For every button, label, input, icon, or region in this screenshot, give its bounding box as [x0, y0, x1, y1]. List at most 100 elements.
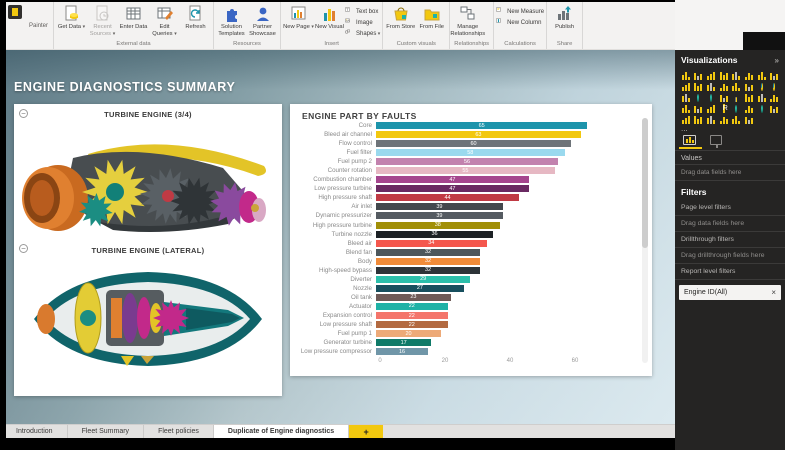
sunburst-custom-icon[interactable]	[718, 114, 730, 124]
bar-blend-fan[interactable]: 32	[376, 249, 480, 256]
bar-body[interactable]: 32	[376, 258, 480, 265]
bar-fuel-filter[interactable]: 58	[376, 149, 565, 156]
page-tab-introduction[interactable]: Introduction	[6, 425, 68, 438]
bar-expansion-control[interactable]: 22	[376, 312, 448, 319]
area-chart-icon[interactable]	[768, 70, 780, 80]
dual-kpi-custom-icon[interactable]	[768, 103, 780, 113]
new-measure-button[interactable]: New Measure	[496, 6, 544, 17]
line-clustered-column-chart-icon[interactable]	[693, 81, 705, 91]
filter-pill-engine-id[interactable]: Engine ID(All) ×	[679, 285, 781, 300]
filter-drop-zone[interactable]: Drag drillthrough fields here	[675, 248, 785, 264]
publish-button[interactable]: Publish	[549, 3, 580, 31]
fields-tab[interactable]	[683, 135, 696, 148]
enter-data-button[interactable]: Enter Data	[118, 3, 149, 31]
histogram-custom-icon[interactable]	[731, 114, 743, 124]
treemap-icon[interactable]	[680, 92, 692, 102]
stacked-bar-chart-icon[interactable]	[680, 70, 692, 80]
recent-sources-button[interactable]: Recent Sources ▾	[87, 3, 118, 37]
clustered-bar-chart-icon[interactable]	[705, 70, 717, 80]
edit-queries-button[interactable]: Edit Queries ▾	[149, 3, 180, 37]
fields-icon	[683, 135, 696, 145]
map-icon[interactable]	[693, 92, 705, 102]
shape-map-icon[interactable]	[743, 103, 755, 113]
bar-diverter[interactable]: 29	[376, 276, 470, 283]
clustered-column-chart-icon[interactable]	[718, 70, 730, 80]
bullet-chart-custom-icon[interactable]	[680, 114, 692, 124]
page-tab-fleet-policies[interactable]: Fleet policies	[144, 425, 214, 438]
table-icon[interactable]	[693, 103, 705, 113]
line-stacked-column-chart-icon[interactable]	[705, 81, 717, 91]
pie-chart-icon[interactable]	[756, 81, 768, 91]
filled-map-icon[interactable]	[705, 92, 717, 102]
stacked-area-chart-icon[interactable]	[680, 81, 692, 91]
donut-chart-icon[interactable]	[768, 81, 780, 91]
page-tab-fleet-summary[interactable]: Fleet Summary	[68, 425, 144, 438]
ribbon-chart-icon[interactable]	[718, 81, 730, 91]
bar-turbine-nozzle[interactable]: 36	[376, 231, 493, 238]
bar-bleed-air[interactable]: 34	[376, 240, 487, 247]
bar-low-pressure-compressor[interactable]: 16	[376, 348, 428, 355]
bar-high-pressure-shaft[interactable]: 44	[376, 194, 519, 201]
bar-air-inlet[interactable]: 39	[376, 203, 503, 210]
from-store-button[interactable]: From Store	[385, 3, 416, 31]
matrix-icon[interactable]	[705, 103, 717, 113]
kpi-icon[interactable]	[768, 92, 780, 102]
scrollbar-thumb[interactable]	[642, 118, 648, 248]
bar-combustion-chamber[interactable]: 47	[376, 176, 529, 183]
bar-dynamic-pressurizer[interactable]: 39	[376, 212, 503, 219]
new-column-button[interactable]: New Column	[496, 17, 544, 28]
partner-showcase-button[interactable]: Partner Showcase	[247, 3, 278, 37]
remove-filter-icon[interactable]: ×	[771, 288, 776, 297]
filter-drop-zone[interactable]: Drag data fields here	[675, 216, 785, 232]
bar-flow-control[interactable]: 60	[376, 140, 571, 147]
stacked-column-chart-icon[interactable]	[693, 70, 705, 80]
waterfall-chart-icon[interactable]	[731, 81, 743, 91]
bar-low-pressure-shaft[interactable]: 22	[376, 321, 448, 328]
from-file-button[interactable]: From File	[416, 3, 447, 31]
globe-map-custom-icon[interactable]	[756, 103, 768, 113]
solution-templates-button[interactable]: Solution Templates	[216, 3, 247, 37]
new-visual-button[interactable]: New Visual	[314, 3, 345, 31]
bar-fuel-pump-2[interactable]: 56	[376, 158, 558, 165]
bar-oil-tank[interactable]: 23	[376, 294, 451, 301]
shapes-button[interactable]: Shapes ▾	[345, 28, 380, 39]
line-chart-icon[interactable]	[756, 70, 768, 80]
bar-high-speed-bypass[interactable]: 32	[376, 267, 480, 274]
pulse-chart-custom-icon[interactable]	[743, 114, 755, 124]
get-data-button[interactable]: Get Data ▾	[56, 3, 87, 31]
bar-generator-turbine[interactable]: 17	[376, 339, 431, 346]
image-button[interactable]: Image	[345, 17, 380, 28]
refresh-button[interactable]: Refresh	[180, 3, 211, 31]
bar-fuel-pump-1[interactable]: 20	[376, 330, 441, 337]
100-stacked-bar-chart-icon[interactable]	[731, 70, 743, 80]
bar-low-pressure-turbine[interactable]: 47	[376, 185, 529, 192]
text-box-button[interactable]: Text box	[345, 6, 380, 17]
format-tab[interactable]	[710, 135, 722, 148]
bar-chart-visual[interactable]: ENGINE PART BY FAULTS Core65Bleed air ch…	[290, 104, 652, 376]
multi-row-card-icon[interactable]	[756, 92, 768, 102]
bar-counter-rotation[interactable]: 55	[376, 167, 555, 174]
engine-images-visual[interactable]: − TURBINE ENGINE (3/4)	[14, 104, 282, 396]
card-icon[interactable]	[743, 92, 755, 102]
gauge-icon[interactable]	[731, 92, 743, 102]
bar-high-pressure-turbine[interactable]: 38	[376, 222, 500, 229]
manage-relationships-button[interactable]: Manage Relationships	[452, 3, 483, 37]
slicer-icon[interactable]	[680, 103, 692, 113]
bar-nozzle[interactable]: 27	[376, 285, 464, 292]
new-page-button[interactable]: New Page ▾	[283, 3, 314, 31]
page-tab-duplicate-of-engine-diagnostics[interactable]: Duplicate of Engine diagnostics	[214, 425, 349, 438]
new-page-tab-button[interactable]: +	[349, 425, 383, 438]
funnel-icon[interactable]	[718, 92, 730, 102]
chiclet-slicer-custom-icon[interactable]	[693, 114, 705, 124]
arcgis-map-icon[interactable]	[731, 103, 743, 113]
collapse-pane-icon[interactable]: »	[775, 56, 779, 65]
r-script-visual-icon[interactable]: R	[718, 103, 730, 113]
100-stacked-column-chart-icon[interactable]	[743, 70, 755, 80]
bar-core[interactable]: 65	[376, 122, 587, 129]
bar-actuator[interactable]: 22	[376, 303, 448, 310]
bar-bleed-air-channel[interactable]: 63	[376, 131, 581, 138]
timeline-custom-icon[interactable]	[705, 114, 717, 124]
scatter-chart-icon[interactable]	[743, 81, 755, 91]
format-painter-button[interactable]: Painter	[24, 2, 54, 49]
values-drop-zone[interactable]: Drag data fields here	[675, 164, 785, 181]
